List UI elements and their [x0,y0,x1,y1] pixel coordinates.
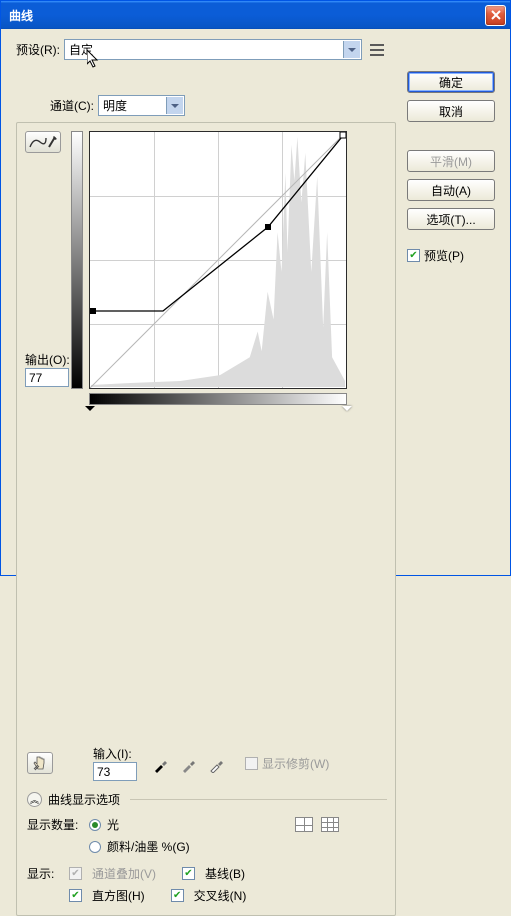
window-title: 曲线 [9,7,485,24]
pigment-row: 颜料/油墨 %(G) [27,838,387,855]
eyedropper-icon [153,757,169,773]
grid-fine-button[interactable] [321,817,339,832]
input-row: 输入(I): 73 [71,745,387,781]
hand-icon [32,755,48,771]
main-area: 通道(C): 明度 [16,95,396,916]
tool-column [25,131,61,153]
close-icon [491,10,501,20]
preset-select[interactable]: 自定 [64,39,362,60]
histogram-label: 直方图(H) [92,887,145,904]
input-field[interactable]: 73 [93,762,137,781]
chevron-up-icon[interactable]: ︽ [27,792,42,807]
chevron-down-icon [166,97,183,114]
baseline-checkbox[interactable]: ✔ [182,867,195,880]
show-amount-row: 显示数量: 光 [27,816,387,833]
light-radio[interactable] [89,819,101,831]
channel-overlay-label: 通道叠加(V) [92,865,156,882]
input-label: 输入(I): [93,745,137,762]
baseline-label: 基线(B) [205,865,245,882]
display-options-label: 曲线显示选项 [48,791,120,808]
show-label: 显示: [27,865,63,882]
pigment-label: 颜料/油墨 %(G) [107,838,190,855]
targeted-adjust-button[interactable] [27,752,53,774]
show-clipping-checkbox [245,757,258,770]
preset-label: 预设(R): [16,41,60,58]
input-gradient [89,393,347,405]
dialog-body: 预设(R): 自定 确定 取消 平滑(M) 自动(A) 选项(T)... ✔ 预… [4,29,507,572]
black-point-slider[interactable] [85,406,95,416]
preview-label: 预览(P) [424,247,464,264]
output-gradient [71,131,83,389]
black-eyedropper-button[interactable] [151,753,171,773]
curves-dialog: 曲线 预设(R): 自定 确定 取消 平滑(M) [0,0,511,576]
show-clipping-label: 显示修剪(W) [262,755,329,772]
preview-checkbox-row[interactable]: ✔ 预览(P) [407,247,495,264]
preview-checkbox[interactable]: ✔ [407,249,420,262]
channel-label: 通道(C): [50,97,94,114]
grid-coarse-button[interactable] [295,817,313,832]
auto-button[interactable]: 自动(A) [407,179,495,201]
white-eyedropper-button[interactable] [207,753,227,773]
ok-button[interactable]: 确定 [407,71,495,93]
titlebar[interactable]: 曲线 [1,1,510,29]
show-clipping-row[interactable]: 显示修剪(W) [245,755,329,772]
display-options-header[interactable]: ︽ 曲线显示选项 [27,791,387,808]
curve-area [71,131,361,431]
curve-plot [90,132,346,388]
cancel-button[interactable]: 取消 [407,100,495,122]
channel-value: 明度 [103,97,127,114]
light-label: 光 [107,816,119,833]
preset-value: 自定 [69,41,93,58]
preset-menu-icon[interactable] [368,43,386,57]
intersection-label: 交叉线(N) [194,887,247,904]
preset-row: 预设(R): 自定 [16,39,388,60]
channel-overlay-checkbox: ✔ [69,867,82,880]
output-group: 输出(O): 77 [25,351,70,387]
white-point-slider[interactable] [342,406,352,416]
channel-select[interactable]: 明度 [98,95,185,116]
curve-tool-icon [29,135,57,149]
histogram-checkbox[interactable]: ✔ [69,889,82,902]
gray-eyedropper-button[interactable] [179,753,199,773]
show-amount-label: 显示数量: [27,816,83,833]
curve-tool-button[interactable] [25,131,61,153]
chevron-down-icon [343,41,360,58]
display-options: 显示数量: 光 [27,816,387,904]
options-button[interactable]: 选项(T)... [407,208,495,230]
eyedropper-icon [209,757,225,773]
curves-panel: 输出(O): 77 输入(I): 73 [16,122,396,916]
pigment-radio[interactable] [89,841,101,853]
curve-canvas[interactable] [89,131,347,389]
close-button[interactable] [485,5,506,26]
intersection-checkbox[interactable]: ✔ [171,889,184,902]
output-field[interactable]: 77 [25,368,69,387]
eyedropper-icon [181,757,197,773]
smooth-button: 平滑(M) [407,150,495,172]
output-label: 输出(O): [25,351,70,368]
channel-row: 通道(C): 明度 [16,95,396,116]
right-button-column: 确定 取消 平滑(M) 自动(A) 选项(T)... ✔ 预览(P) [407,71,495,264]
eyedropper-group [151,753,227,773]
show-row-1: 显示: ✔ 通道叠加(V) ✔ 基线(B) [27,865,387,882]
show-row-2: ✔ 直方图(H) ✔ 交叉线(N) [27,887,387,904]
